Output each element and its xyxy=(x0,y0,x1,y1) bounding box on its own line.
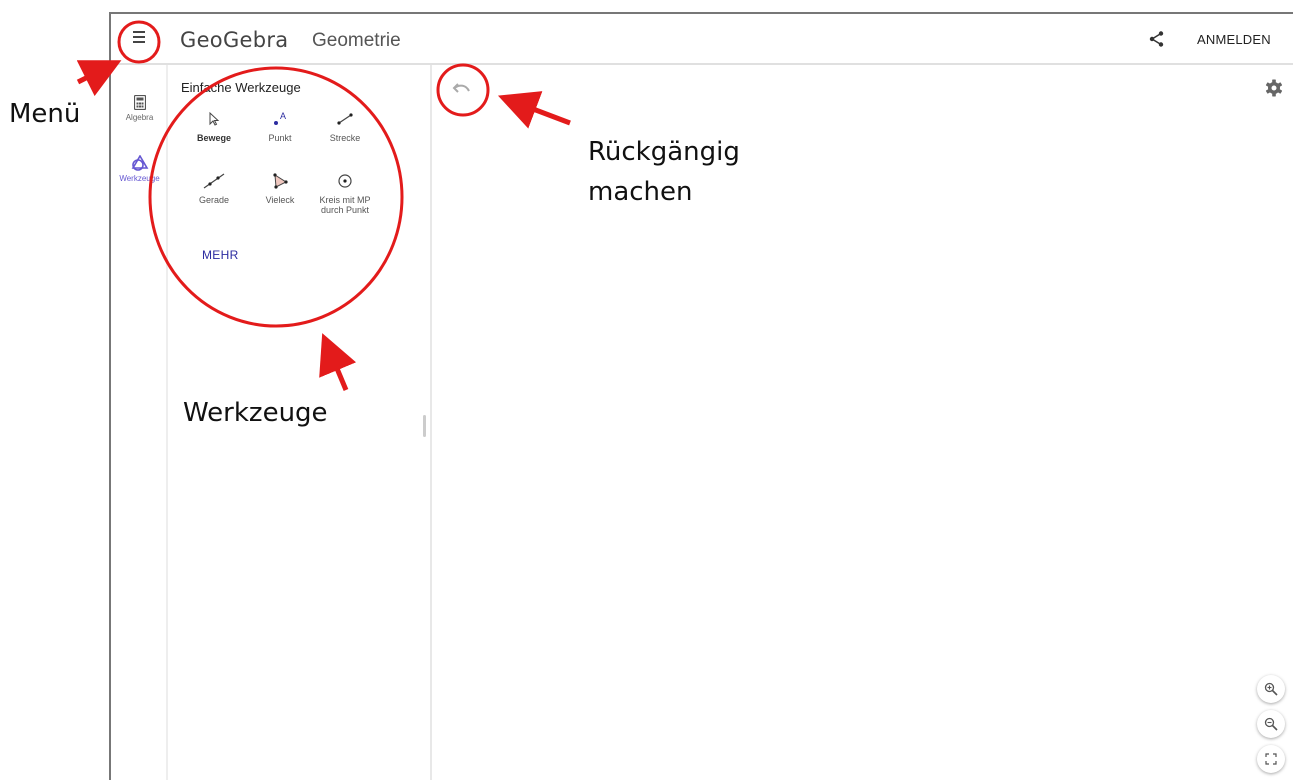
point-icon: A xyxy=(274,111,286,125)
rail-item-algebra[interactable]: Algebra xyxy=(111,95,168,122)
zoom-in-button[interactable] xyxy=(1257,675,1285,703)
move-icon xyxy=(209,111,220,126)
geogebra-logo: GeoGebra xyxy=(180,28,289,52)
annotation-tools: Werkzeuge xyxy=(183,398,328,428)
panel-resize-handle[interactable] xyxy=(423,415,426,437)
tool-label: Kreis mit MP durch Punkt xyxy=(319,195,371,215)
zoom-in-icon xyxy=(1264,682,1278,696)
menu-arrow xyxy=(76,60,122,97)
fullscreen-icon xyxy=(1265,753,1277,765)
tool-label: Vieleck xyxy=(265,195,295,205)
tool-segment[interactable]: Strecke xyxy=(310,111,380,143)
annotation-undo-line2: machen xyxy=(588,177,693,207)
signin-button[interactable]: ANMELDEN xyxy=(1197,32,1271,47)
side-rail: Algebra Werkzeuge xyxy=(111,65,168,780)
menu-button[interactable] xyxy=(128,27,150,47)
tool-label: Strecke xyxy=(329,133,361,143)
fullscreen-button[interactable] xyxy=(1257,745,1285,773)
app-header: GeoGebra Geometrie ANMELDEN xyxy=(111,14,1293,65)
menu-icon-bar xyxy=(133,41,145,43)
svg-text:A: A xyxy=(280,111,286,121)
tool-circle[interactable]: Kreis mit MP durch Punkt xyxy=(310,173,380,215)
annotation-undo-line1: Rückgängig xyxy=(588,137,740,167)
tools-panel-title: Einfache Werkzeuge xyxy=(181,80,301,95)
more-tools-button[interactable]: MEHR xyxy=(202,248,239,262)
menu-icon-bar xyxy=(133,31,145,33)
app-name: Geometrie xyxy=(312,30,401,51)
tool-label: Gerade xyxy=(198,195,230,205)
rail-item-tools[interactable]: Werkzeuge xyxy=(111,155,168,183)
tool-point[interactable]: A Punkt xyxy=(245,111,315,143)
rail-item-label: Algebra xyxy=(125,113,154,122)
segment-icon xyxy=(337,113,353,125)
tool-line[interactable]: Gerade xyxy=(179,173,249,205)
circle-icon xyxy=(338,174,352,188)
share-icon[interactable] xyxy=(1148,30,1166,48)
zoom-out-button[interactable] xyxy=(1257,710,1285,738)
tool-label: Bewege xyxy=(196,133,231,143)
rail-item-label: Werkzeuge xyxy=(119,174,160,183)
annotation-menu: Menü xyxy=(9,99,81,129)
tools-icon xyxy=(131,155,148,171)
polygon-icon xyxy=(273,173,288,189)
line-icon xyxy=(203,173,225,189)
menu-icon-bar xyxy=(133,36,145,38)
tool-label: Punkt xyxy=(268,133,292,143)
calculator-icon xyxy=(133,95,146,110)
settings-gear-icon[interactable] xyxy=(1265,79,1283,97)
undo-icon[interactable] xyxy=(452,80,472,96)
tool-polygon[interactable]: Vieleck xyxy=(245,173,315,205)
zoom-out-icon xyxy=(1264,717,1278,731)
tool-move[interactable]: Bewege xyxy=(179,111,249,143)
